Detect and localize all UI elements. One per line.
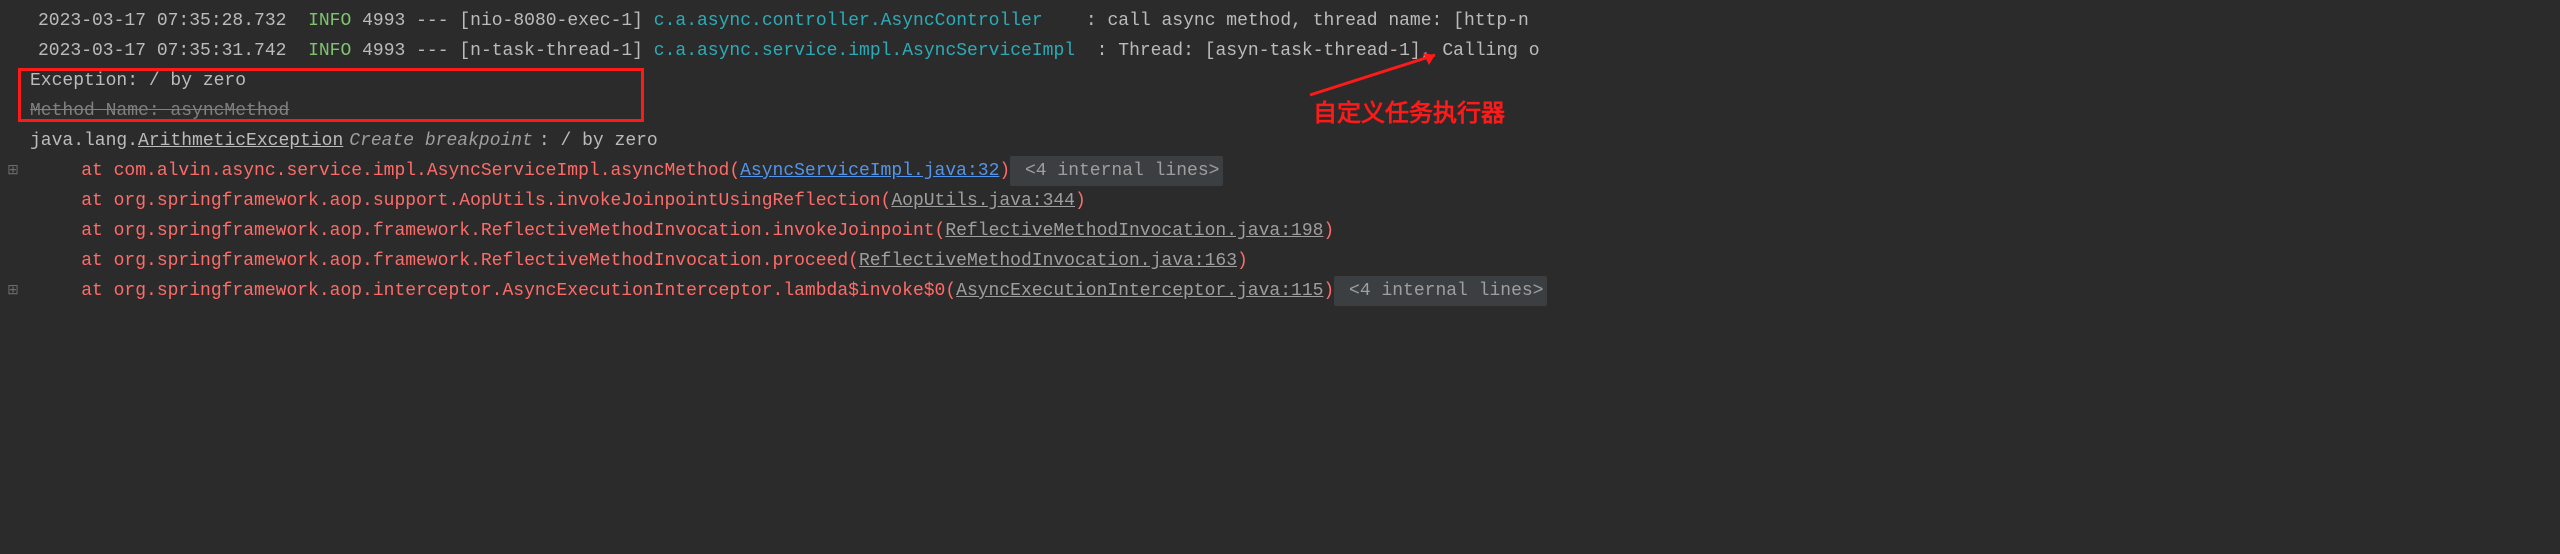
stack-text: at org.springframework.aop.support.AopUt… <box>38 186 891 216</box>
source-file-link[interactable]: AsyncExecutionInterceptor.java:115 <box>956 276 1323 306</box>
stack-close: ) <box>1323 276 1334 306</box>
log-timestamp: 2023-03-17 07:35:31.742 <box>38 36 286 66</box>
log-class: c.a.async.controller.AsyncController <box>654 6 1075 36</box>
stack-text: at org.springframework.aop.framework.Ref… <box>38 246 859 276</box>
exception-message: Exception: / by zero <box>30 66 246 96</box>
log-level: INFO <box>308 6 351 36</box>
exception-class-link[interactable]: ArithmeticException <box>138 126 343 156</box>
stack-text: at com.alvin.async.service.impl.AsyncSer… <box>38 156 740 186</box>
log-message: call async method, thread name: [http-n <box>1107 6 1528 36</box>
stack-frame: at org.springframework.aop.support.AopUt… <box>0 186 2560 216</box>
stack-close: ) <box>1237 246 1248 276</box>
log-line: 2023-03-17 07:35:31.742 INFO 4993 --- [n… <box>0 36 2560 66</box>
log-timestamp: 2023-03-17 07:35:28.732 <box>38 6 286 36</box>
method-name-line: Method Name: asyncMethod <box>0 96 2560 126</box>
expand-icon[interactable]: ⊞ <box>0 156 26 186</box>
exception-package: java.lang. <box>30 126 138 156</box>
log-separator: --- <box>416 6 448 36</box>
expand-icon[interactable]: ⊞ <box>0 276 26 306</box>
stack-frame: ⊞ at org.springframework.aop.interceptor… <box>0 276 2560 306</box>
log-separator: --- <box>416 36 448 66</box>
exception-message-line: Exception: / by zero <box>0 66 2560 96</box>
log-thread: [nio-8080-exec-1] <box>459 6 643 36</box>
method-name-text: Method Name: asyncMethod <box>30 96 289 126</box>
stack-text: at org.springframework.aop.interceptor.A… <box>38 276 956 306</box>
source-file-link[interactable]: ReflectiveMethodInvocation.java:198 <box>945 216 1323 246</box>
stack-frame: at org.springframework.aop.framework.Ref… <box>0 216 2560 246</box>
stack-close: ) <box>1075 186 1086 216</box>
stack-close: ) <box>1323 216 1334 246</box>
log-line: 2023-03-17 07:35:28.732 INFO 4993 --- [n… <box>0 6 2560 36</box>
log-colon: : <box>1075 6 1107 36</box>
exception-header-line: java.lang.ArithmeticException Create bre… <box>0 126 2560 156</box>
log-class: c.a.async.service.impl.AsyncServiceImpl <box>654 36 1086 66</box>
stack-close: ) <box>999 156 1010 186</box>
source-file-link[interactable]: ReflectiveMethodInvocation.java:163 <box>859 246 1237 276</box>
source-file-link[interactable]: AopUtils.java:344 <box>891 186 1075 216</box>
log-message: Thread: [asyn-task-thread-1], Calling o <box>1118 36 1539 66</box>
source-file-link[interactable]: AsyncServiceImpl.java:32 <box>740 156 999 186</box>
internal-lines-badge[interactable]: <4 internal lines> <box>1010 156 1223 186</box>
stack-text: at org.springframework.aop.framework.Ref… <box>38 216 945 246</box>
create-breakpoint-button[interactable]: Create breakpoint <box>349 126 533 156</box>
exception-suffix: : / by zero <box>539 126 658 156</box>
log-colon: : <box>1086 36 1118 66</box>
log-pid: 4993 <box>362 36 405 66</box>
log-pid: 4993 <box>362 6 405 36</box>
stack-frame: ⊞ at com.alvin.async.service.impl.AsyncS… <box>0 156 2560 186</box>
log-thread: [n-task-thread-1] <box>459 36 643 66</box>
internal-lines-badge[interactable]: <4 internal lines> <box>1334 276 1547 306</box>
stack-frame: at org.springframework.aop.framework.Ref… <box>0 246 2560 276</box>
log-level: INFO <box>308 36 351 66</box>
